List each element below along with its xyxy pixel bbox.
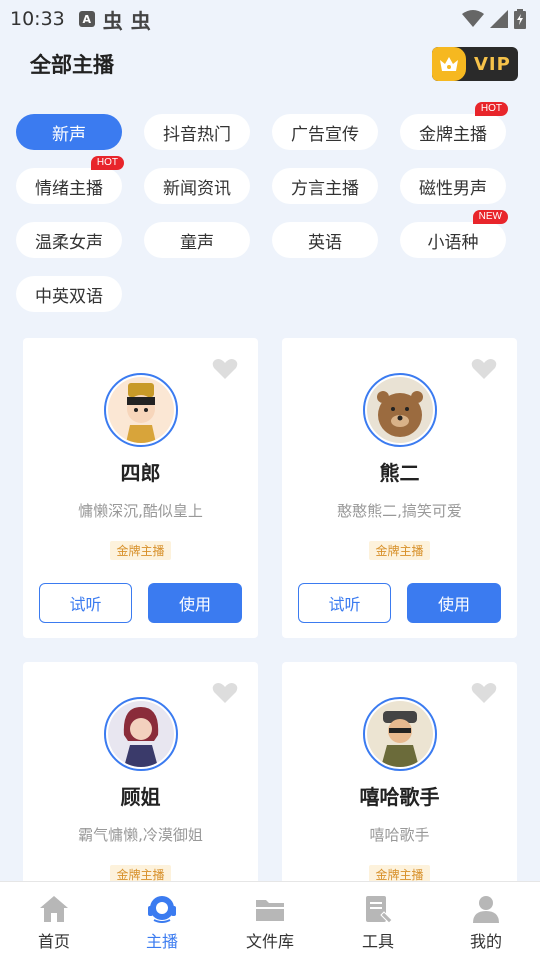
category-label: 广告宣传	[291, 124, 359, 145]
wifi-icon	[462, 10, 484, 27]
avatar	[103, 373, 178, 447]
hot-badge: HOT	[90, 156, 124, 170]
nav-label: 主播	[145, 932, 178, 951]
status-bar: 10:33 A 虫 虫	[0, 0, 540, 38]
category-label: 方言主播	[291, 178, 359, 199]
category-label: 情绪主播	[35, 178, 103, 199]
category-label: 温柔女声	[35, 232, 103, 253]
avatar	[362, 697, 437, 771]
category-chip[interactable]: 磁性男声	[400, 168, 506, 204]
battery-icon	[514, 9, 526, 29]
nav-file-library[interactable]: 文件库	[216, 882, 324, 960]
category-label: 金牌主播	[419, 124, 487, 145]
category-label: 新声	[52, 124, 86, 145]
new-badge: NEW	[472, 210, 508, 224]
voice-card-grid: 四郎 慵懒深沉,酷似皇上 金牌主播 试听 使用 熊二 憨憨熊二,搞笑可爱 金牌主…	[23, 338, 517, 960]
category-chip[interactable]: 温柔女声	[16, 222, 122, 258]
category-label: 磁性男声	[419, 178, 487, 199]
voice-description: 憨憨熊二,搞笑可爱	[337, 502, 462, 520]
profile-icon	[473, 896, 499, 923]
category-label: 中英双语	[35, 286, 103, 307]
category-chip[interactable]: 中英双语	[16, 276, 122, 312]
category-chip[interactable]: 新闻资讯	[144, 168, 250, 204]
voice-description: 慵懒深沉,酷似皇上	[78, 502, 203, 520]
gold-anchor-badge: 金牌主播	[110, 541, 171, 560]
category-label: 英语	[308, 232, 342, 253]
status-time: 10:33	[10, 8, 65, 30]
heart-icon[interactable]	[471, 358, 497, 380]
nav-home[interactable]: 首页	[0, 882, 108, 960]
folder-icon	[256, 900, 284, 921]
vip-label: VIP	[474, 53, 511, 75]
bottom-nav: 首页 主播 文件库 工具 我的	[0, 881, 540, 960]
hot-badge: HOT	[474, 102, 508, 116]
voice-card[interactable]: 熊二 憨憨熊二,搞笑可爱 金牌主播 试听 使用	[282, 338, 517, 638]
category-chip[interactable]: 抖音热门	[144, 114, 250, 150]
nav-label: 文件库	[245, 932, 294, 951]
category-label: 童声	[180, 232, 214, 253]
bug-icon: 虫	[130, 8, 151, 33]
category-chip[interactable]: 情绪主播 HOT	[16, 156, 124, 204]
a-icon: A	[78, 11, 95, 27]
nav-label: 工具	[361, 932, 394, 951]
nav-label: 首页	[37, 932, 70, 951]
nav-tools[interactable]: 工具	[324, 882, 432, 960]
voice-name: 顾姐	[120, 785, 161, 809]
tools-icon	[366, 896, 393, 924]
category-chip[interactable]: 方言主播	[272, 168, 378, 204]
voice-name: 四郎	[120, 461, 161, 485]
category-chip[interactable]: 英语	[272, 222, 378, 258]
voice-description: 嘻哈歌手	[369, 826, 430, 844]
category-chip[interactable]: 广告宣传	[272, 114, 378, 150]
voice-name: 嘻哈歌手	[359, 785, 440, 809]
use-button[interactable]: 使用	[407, 583, 501, 623]
voice-description: 霸气慵懒,冷漠御姐	[78, 826, 203, 844]
header: 全部主播 VIP	[0, 40, 540, 88]
preview-button[interactable]: 试听	[39, 583, 132, 623]
category-chip[interactable]: 童声	[144, 222, 250, 258]
use-button[interactable]: 使用	[148, 583, 242, 623]
category-chip[interactable]: 金牌主播 HOT	[400, 102, 508, 150]
heart-icon[interactable]	[471, 682, 497, 704]
crown-icon	[432, 47, 466, 81]
category-chip[interactable]: 新声	[16, 114, 122, 150]
signal-icon	[490, 10, 508, 28]
vip-button[interactable]: VIP	[432, 47, 518, 81]
gold-anchor-badge: 金牌主播	[369, 541, 430, 560]
headset-icon	[148, 896, 176, 923]
preview-button[interactable]: 试听	[298, 583, 391, 623]
bug-icon: 虫	[102, 8, 123, 33]
nav-label: 我的	[469, 932, 502, 951]
category-label: 抖音热门	[163, 124, 231, 145]
heart-icon[interactable]	[212, 682, 238, 704]
category-label: 新闻资讯	[163, 178, 231, 199]
nav-anchors[interactable]: 主播	[108, 882, 216, 960]
avatar	[103, 697, 178, 771]
category-chip[interactable]: 小语种 NEW	[400, 210, 508, 258]
voice-name: 熊二	[379, 461, 420, 485]
category-chips: 新声 抖音热门 广告宣传 金牌主播 HOT 情绪主播 HOT 新闻资讯 方言主播 磁…	[16, 102, 526, 312]
nav-profile[interactable]: 我的	[432, 882, 540, 960]
category-label: 小语种	[427, 232, 479, 253]
voice-card[interactable]: 四郎 慵懒深沉,酷似皇上 金牌主播 试听 使用	[23, 338, 258, 638]
home-icon	[40, 896, 68, 922]
page-title: 全部主播	[30, 53, 114, 77]
heart-icon[interactable]	[212, 358, 238, 380]
avatar	[362, 373, 437, 447]
